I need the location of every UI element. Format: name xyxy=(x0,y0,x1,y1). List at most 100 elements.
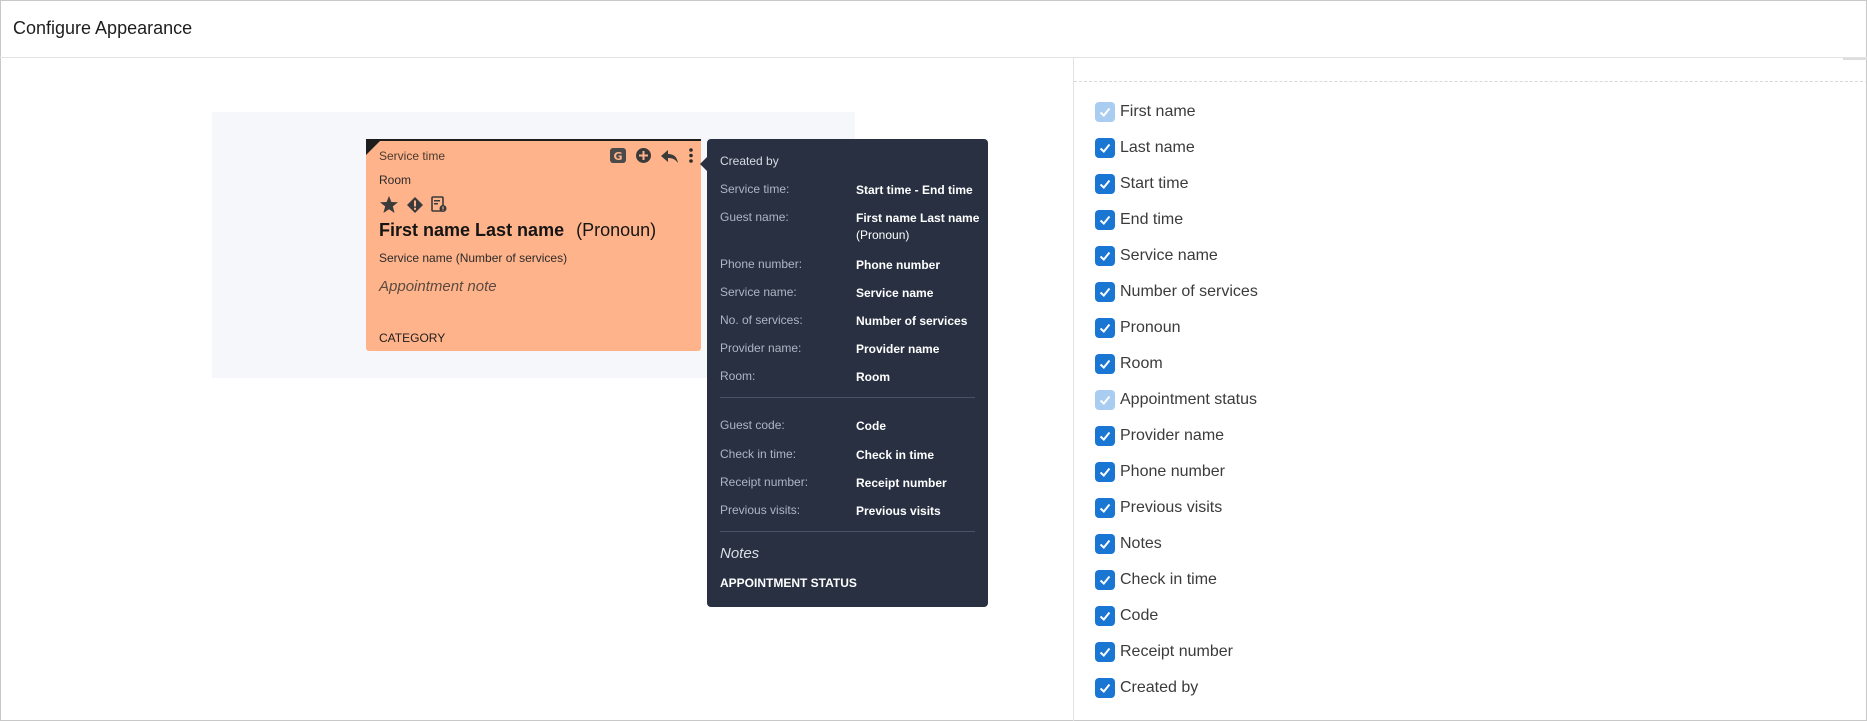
dialog-header: Configure Appearance xyxy=(0,0,1867,58)
field-checkbox-first-name[interactable]: First name xyxy=(1095,101,1196,123)
tooltip-value: Service name xyxy=(856,286,934,300)
checkbox-checked-icon[interactable] xyxy=(1095,102,1115,122)
field-label: Check in time xyxy=(1120,571,1217,588)
more-vertical-icon[interactable] xyxy=(687,147,695,164)
field-label: End time xyxy=(1120,211,1184,228)
field-label: Appointment status xyxy=(1120,391,1257,408)
tooltip-label: Provider name: xyxy=(720,341,802,355)
tooltip-value: Room xyxy=(856,370,890,384)
card-status-icons xyxy=(379,195,447,214)
checkbox-checked-icon[interactable] xyxy=(1095,534,1115,554)
checkbox-checked-icon[interactable] xyxy=(1095,462,1115,482)
checkbox-checked-icon[interactable] xyxy=(1095,138,1115,158)
card-top-border xyxy=(366,139,701,141)
field-label: Code xyxy=(1120,607,1159,624)
add-circle-icon[interactable] xyxy=(635,147,652,164)
tooltip-label: Receipt number: xyxy=(720,475,809,489)
checkbox-checked-icon[interactable] xyxy=(1095,174,1115,194)
card-service-name: Service name xyxy=(379,251,453,265)
field-checkbox-provider-name[interactable]: Provider name xyxy=(1095,425,1224,447)
tooltip-value: Provider name xyxy=(856,342,940,356)
field-checkbox-notes[interactable]: Notes xyxy=(1095,533,1162,555)
panel-divider xyxy=(1074,81,1867,82)
field-checkbox-number-of-services[interactable]: Number of services xyxy=(1095,281,1258,303)
field-checkbox-phone-number[interactable]: Phone number xyxy=(1095,461,1225,483)
tooltip-label: Room: xyxy=(720,369,756,383)
tooltip-label: Guest code: xyxy=(720,418,785,432)
field-label: Notes xyxy=(1120,535,1162,552)
tooltip-label: Guest name: xyxy=(720,210,789,224)
star-icon xyxy=(379,195,399,214)
tooltip-guest-name: First name Last name xyxy=(856,211,980,225)
tooltip-value: Code xyxy=(856,419,886,433)
checkbox-checked-icon[interactable] xyxy=(1095,246,1115,266)
field-label: Last name xyxy=(1120,139,1195,156)
reply-icon[interactable] xyxy=(660,147,679,164)
tooltip-label: Check in time: xyxy=(720,447,797,461)
checkbox-checked-icon[interactable] xyxy=(1095,642,1115,662)
checkbox-checked-icon[interactable] xyxy=(1095,318,1115,338)
tooltip-value: Start time - End time xyxy=(856,183,973,197)
checkbox-checked-icon[interactable] xyxy=(1095,354,1115,374)
field-label: Room xyxy=(1120,355,1163,372)
field-checkbox-created-by[interactable]: Created by xyxy=(1095,677,1198,699)
checkbox-checked-icon[interactable] xyxy=(1095,390,1115,410)
field-label: Pronoun xyxy=(1120,319,1181,336)
card-first-name: First name xyxy=(379,220,471,240)
tooltip-divider xyxy=(720,397,975,398)
field-label: Previous visits xyxy=(1120,499,1223,516)
appointment-card-preview[interactable]: Service time G Room First name Last name… xyxy=(366,139,701,351)
form-icon xyxy=(431,196,447,213)
tooltip-label: No. of services: xyxy=(720,313,803,327)
field-checkbox-room[interactable]: Room xyxy=(1095,353,1163,375)
checkbox-checked-icon[interactable] xyxy=(1095,606,1115,626)
card-num-services: (Number of services) xyxy=(455,251,568,265)
field-label: Number of services xyxy=(1120,283,1258,300)
field-checkbox-code[interactable]: Code xyxy=(1095,605,1158,627)
tooltip-notes: Notes xyxy=(720,545,760,562)
tooltip-value: Phone number xyxy=(856,258,941,272)
tooltip-label: Previous visits: xyxy=(720,503,801,517)
field-checkbox-service-name[interactable]: Service name xyxy=(1095,245,1218,267)
card-service-time: Service time xyxy=(379,149,446,163)
checkbox-checked-icon[interactable] xyxy=(1095,426,1115,446)
field-checkbox-check-in-time[interactable]: Check in time xyxy=(1095,569,1217,591)
checkbox-checked-icon[interactable] xyxy=(1095,570,1115,590)
checkbox-checked-icon[interactable] xyxy=(1095,210,1115,230)
card-room: Room xyxy=(379,173,412,187)
field-checkbox-start-time[interactable]: Start time xyxy=(1095,173,1188,195)
tooltip-appointment-status: APPOINTMENT STATUS xyxy=(720,576,857,590)
tooltip-value: Number of services xyxy=(856,314,968,328)
tooltip-value: Previous visits xyxy=(856,504,941,518)
card-guest-name: First name Last name (Pronoun) xyxy=(379,220,656,241)
tooltip-value-guest: First name Last name (Pronoun) xyxy=(856,210,980,244)
checkbox-checked-icon[interactable] xyxy=(1095,678,1115,698)
tooltip-guest-pronoun: (Pronoun) xyxy=(856,228,910,242)
checkbox-checked-icon[interactable] xyxy=(1095,282,1115,302)
field-checkbox-appointment-status[interactable]: Appointment status xyxy=(1095,389,1257,411)
card-service: Service name (Number of services) xyxy=(379,251,567,265)
field-checkbox-receipt-number[interactable]: Receipt number xyxy=(1095,641,1233,663)
field-checkbox-last-name[interactable]: Last name xyxy=(1095,137,1195,159)
tooltip-label: Service time: xyxy=(720,182,790,196)
checkbox-checked-icon[interactable] xyxy=(1095,498,1115,518)
card-pronoun: (Pronoun) xyxy=(576,220,657,240)
field-label: Service name xyxy=(1120,247,1218,264)
field-label: Phone number xyxy=(1120,463,1225,480)
field-label: First name xyxy=(1120,103,1196,120)
field-checkbox-previous-visits[interactable]: Previous visits xyxy=(1095,497,1222,519)
tooltip-divider xyxy=(720,531,975,532)
card-category: CATEGORY xyxy=(379,331,446,345)
alert-icon xyxy=(406,196,424,214)
card-appointment-note: Appointment note xyxy=(379,278,497,295)
tooltip-label: Phone number: xyxy=(720,257,803,271)
g-badge-icon[interactable]: G xyxy=(609,147,627,164)
field-label: Start time xyxy=(1120,175,1189,192)
tooltip-created-by: Created by xyxy=(720,154,779,168)
scrollbar[interactable] xyxy=(1843,58,1867,60)
field-checkbox-pronoun[interactable]: Pronoun xyxy=(1095,317,1181,339)
card-last-name: Last name xyxy=(475,220,565,240)
field-label: Created by xyxy=(1120,679,1199,696)
field-checkbox-end-time[interactable]: End time xyxy=(1095,209,1183,231)
tooltip-value: Check in time xyxy=(856,448,935,462)
